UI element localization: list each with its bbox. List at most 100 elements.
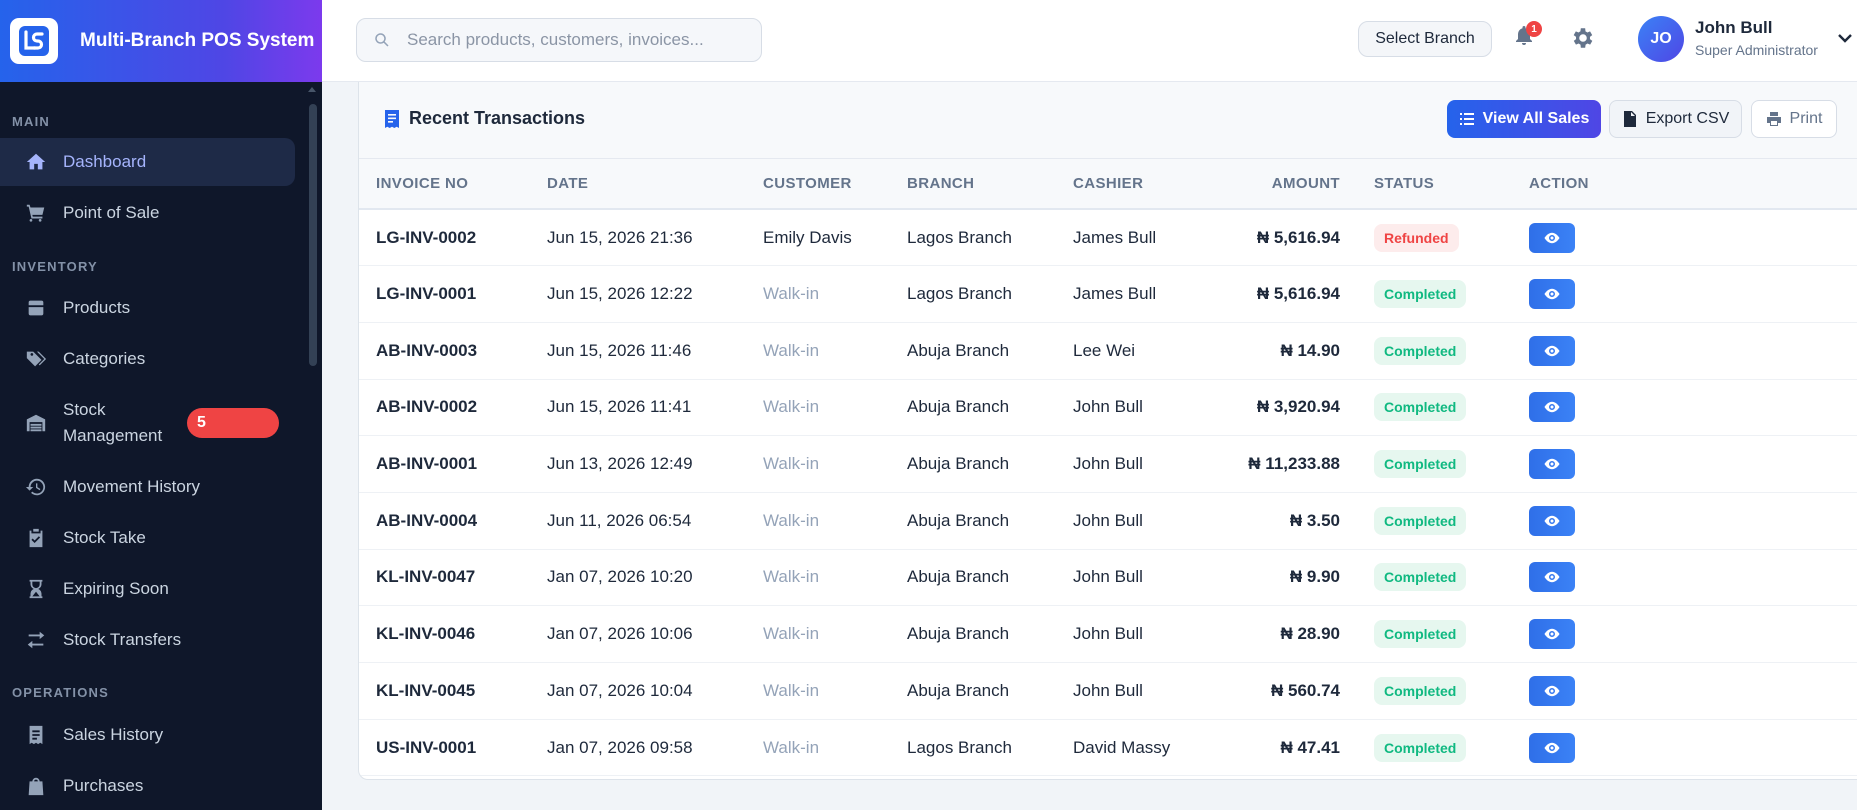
view-transaction-button[interactable]: [1529, 562, 1575, 593]
view-transaction-button[interactable]: [1529, 449, 1575, 480]
scroll-up-arrow-icon[interactable]: [308, 87, 316, 92]
table-row[interactable]: US-INV-0001 Jan 07, 2026 09:58 Walk-in Lago…: [359, 719, 1857, 777]
column-header-branch[interactable]: BRANCH: [890, 159, 1056, 210]
search-input[interactable]: [407, 30, 737, 50]
notifications-button[interactable]: 1: [1512, 21, 1542, 54]
sidebar-item-sales-history[interactable]: Sales History: [0, 711, 295, 759]
table-row[interactable]: AB-INV-0003 Jun 15, 2026 11:46 Walk-in Abuj…: [359, 322, 1857, 380]
invoice-number[interactable]: KL-INV-0045: [359, 662, 530, 720]
transaction-amount: ₦ 14.90: [1218, 322, 1357, 380]
branch-name: Abuja Branch: [890, 662, 1056, 720]
invoice-number[interactable]: AB-INV-0001: [359, 435, 530, 493]
sidebar-item-movement-history[interactable]: Movement History: [0, 463, 295, 511]
column-header-amount[interactable]: AMOUNT: [1218, 159, 1357, 210]
sidebar-item-point-of-sale[interactable]: Point of Sale: [0, 189, 295, 237]
user-avatar[interactable]: JO: [1638, 16, 1684, 62]
column-header-customer[interactable]: CUSTOMER: [746, 159, 890, 210]
transaction-date: Jan 07, 2026 10:20: [530, 549, 746, 607]
branch-name: Abuja Branch: [890, 549, 1056, 607]
sidebar-scrollbar[interactable]: [308, 84, 320, 810]
branch-name: Abuja Branch: [890, 492, 1056, 550]
select-branch-button[interactable]: Select Branch: [1358, 21, 1492, 57]
branch-name: Abuja Branch: [890, 322, 1056, 380]
column-header-status[interactable]: STATUS: [1357, 159, 1512, 210]
action-cell: [1512, 605, 1857, 663]
user-name[interactable]: John Bull: [1695, 18, 1772, 38]
action-cell: [1512, 662, 1857, 720]
csv-file-icon: [1623, 111, 1636, 127]
column-header-cashier[interactable]: CASHIER: [1056, 159, 1218, 210]
settings-button[interactable]: [1570, 25, 1598, 53]
table-row[interactable]: AB-INV-0004 Jun 11, 2026 06:54 Walk-in Abuj…: [359, 492, 1857, 550]
print-button[interactable]: Print: [1751, 100, 1837, 138]
branch-name: Abuja Branch: [890, 379, 1056, 437]
view-transaction-button[interactable]: [1529, 392, 1575, 423]
table-row[interactable]: AB-INV-0001 Jun 13, 2026 12:49 Walk-in Abuj…: [359, 435, 1857, 493]
invoice-number[interactable]: AB-INV-0003: [359, 322, 530, 380]
view-transaction-button[interactable]: [1529, 675, 1575, 706]
sidebar-item-stock-take[interactable]: Stock Take: [0, 514, 295, 562]
view-transaction-button[interactable]: [1529, 505, 1575, 536]
table-row[interactable]: KL-INV-0045 Jan 07, 2026 10:04 Walk-in Abuj…: [359, 662, 1857, 720]
table-header-row: INVOICE NO DATE CUSTOMER BRANCH CASHIER …: [359, 159, 1857, 210]
invoice-number[interactable]: KL-INV-0047: [359, 549, 530, 607]
status-cell: Completed: [1357, 549, 1512, 607]
view-all-sales-button[interactable]: View All Sales: [1447, 100, 1601, 138]
transaction-date: Jan 07, 2026 10:04: [530, 662, 746, 720]
eye-icon: [1544, 742, 1560, 753]
sidebar-item-categories[interactable]: Categories: [0, 335, 295, 383]
sidebar-item-expiring-soon[interactable]: Expiring Soon: [0, 565, 295, 613]
sidebar-item-products[interactable]: Products: [0, 284, 295, 332]
cashier-name: John Bull: [1056, 435, 1218, 493]
shopping-bag-icon: [24, 774, 48, 798]
status-badge: Completed: [1374, 676, 1467, 705]
cashier-name: James Bull: [1056, 209, 1218, 267]
sidebar-item-label: Dashboard: [63, 152, 147, 171]
view-transaction-button[interactable]: [1529, 732, 1575, 763]
view-transaction-button[interactable]: [1529, 335, 1575, 366]
sidebar-item-stock-management[interactable]: Stock Management 5: [0, 388, 295, 458]
eye-icon: [1544, 288, 1560, 300]
sidebar-item-stock-transfers[interactable]: Stock Transfers: [0, 616, 295, 664]
cashier-name: David Massy: [1056, 719, 1218, 777]
invoice-number[interactable]: KL-INV-0046: [359, 605, 530, 663]
column-header-date[interactable]: DATE: [530, 159, 746, 210]
invoice-number[interactable]: AB-INV-0004: [359, 492, 530, 550]
table-row[interactable]: KL-INV-0047 Jan 07, 2026 10:20 Walk-in Abuj…: [359, 549, 1857, 607]
invoice-number[interactable]: US-INV-0001: [359, 719, 530, 777]
receipt-icon: [24, 723, 48, 747]
table-row[interactable]: AB-INV-0002 Jun 15, 2026 11:41 Walk-in Abuj…: [359, 379, 1857, 437]
status-badge: Completed: [1374, 336, 1467, 365]
invoice-number[interactable]: LG-INV-0002: [359, 209, 530, 267]
status-cell: Completed: [1357, 435, 1512, 493]
export-csv-button[interactable]: Export CSV: [1609, 100, 1742, 138]
customer-name: Walk-in: [746, 322, 890, 380]
eye-icon: [1544, 628, 1560, 640]
table-row[interactable]: KL-INV-0046 Jan 07, 2026 10:06 Walk-in Abuj…: [359, 605, 1857, 663]
printer-icon: [1766, 112, 1781, 126]
view-transaction-button[interactable]: [1529, 279, 1575, 310]
chevron-down-icon[interactable]: [1837, 30, 1853, 46]
sidebar-item-label: Products: [63, 298, 131, 317]
table-row[interactable]: LG-INV-0002 Jun 15, 2026 21:36 Emily Davis…: [359, 209, 1857, 267]
column-header-action: ACTION: [1512, 159, 1857, 210]
app-title: Multi-Branch POS System: [80, 30, 315, 51]
sidebar-item-label: Stock Transfers: [63, 630, 182, 649]
search-box[interactable]: [356, 18, 762, 62]
status-cell: Completed: [1357, 719, 1512, 777]
receipt-icon: [385, 109, 399, 128]
sidebar-item-purchases[interactable]: Purchases: [0, 762, 295, 810]
status-cell: Completed: [1357, 605, 1512, 663]
invoice-number[interactable]: LG-INV-0001: [359, 265, 530, 323]
section-label-operations: OPERATIONS: [12, 685, 109, 700]
invoice-number[interactable]: AB-INV-0002: [359, 379, 530, 437]
column-header-invoice[interactable]: INVOICE NO: [359, 159, 530, 210]
scrollbar-thumb[interactable]: [309, 104, 317, 366]
view-transaction-button[interactable]: [1529, 619, 1575, 650]
transaction-date: Jun 15, 2026 21:36: [530, 209, 746, 267]
sidebar-item-dashboard[interactable]: Dashboard: [0, 138, 295, 186]
export-csv-label: Export CSV: [1645, 110, 1730, 127]
table-row[interactable]: LG-INV-0001 Jun 15, 2026 12:22 Walk-in Lago…: [359, 265, 1857, 323]
clipboard-check-icon: [24, 526, 48, 550]
view-transaction-button[interactable]: [1529, 222, 1575, 253]
